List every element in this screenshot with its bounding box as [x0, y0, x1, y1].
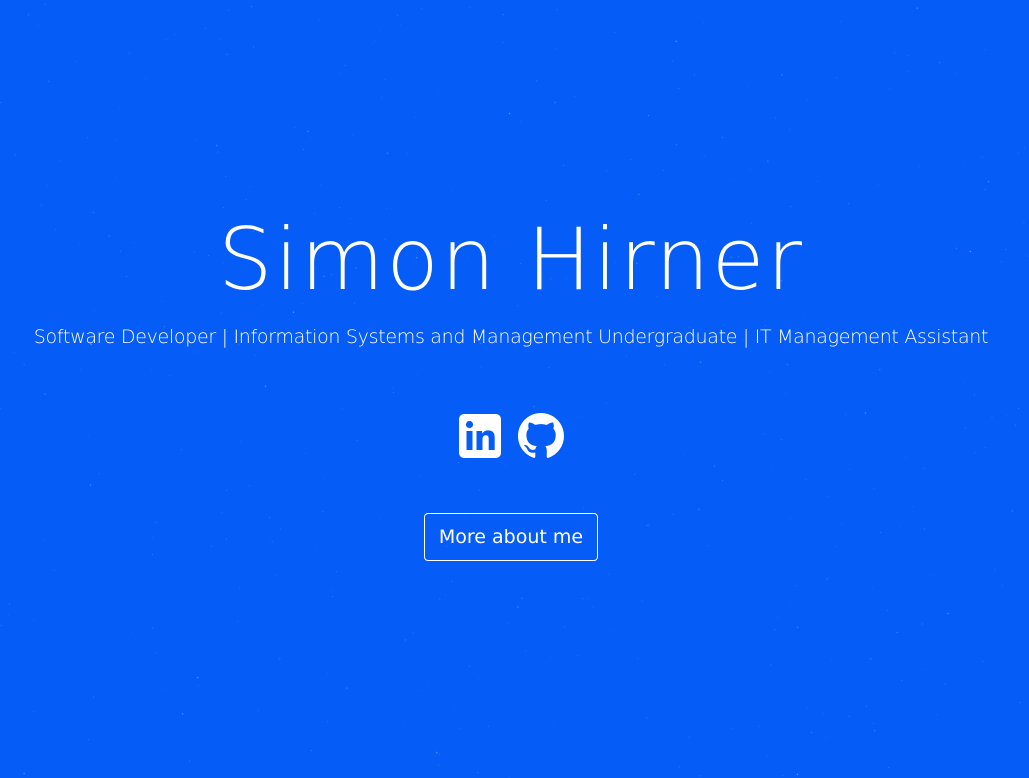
github-icon	[518, 413, 564, 458]
page-title: Simon Hirner	[218, 210, 804, 310]
tagline: Software Developer | Information Systems…	[33, 326, 989, 348]
github-link[interactable]	[518, 413, 564, 459]
linkedin-icon	[459, 414, 501, 458]
linkedin-link[interactable]	[458, 413, 504, 459]
social-links	[0, 413, 1022, 459]
hero-section: Simon Hirner Software Developer | Inform…	[0, 0, 1029, 778]
more-about-me-button[interactable]: More about me	[424, 513, 598, 561]
